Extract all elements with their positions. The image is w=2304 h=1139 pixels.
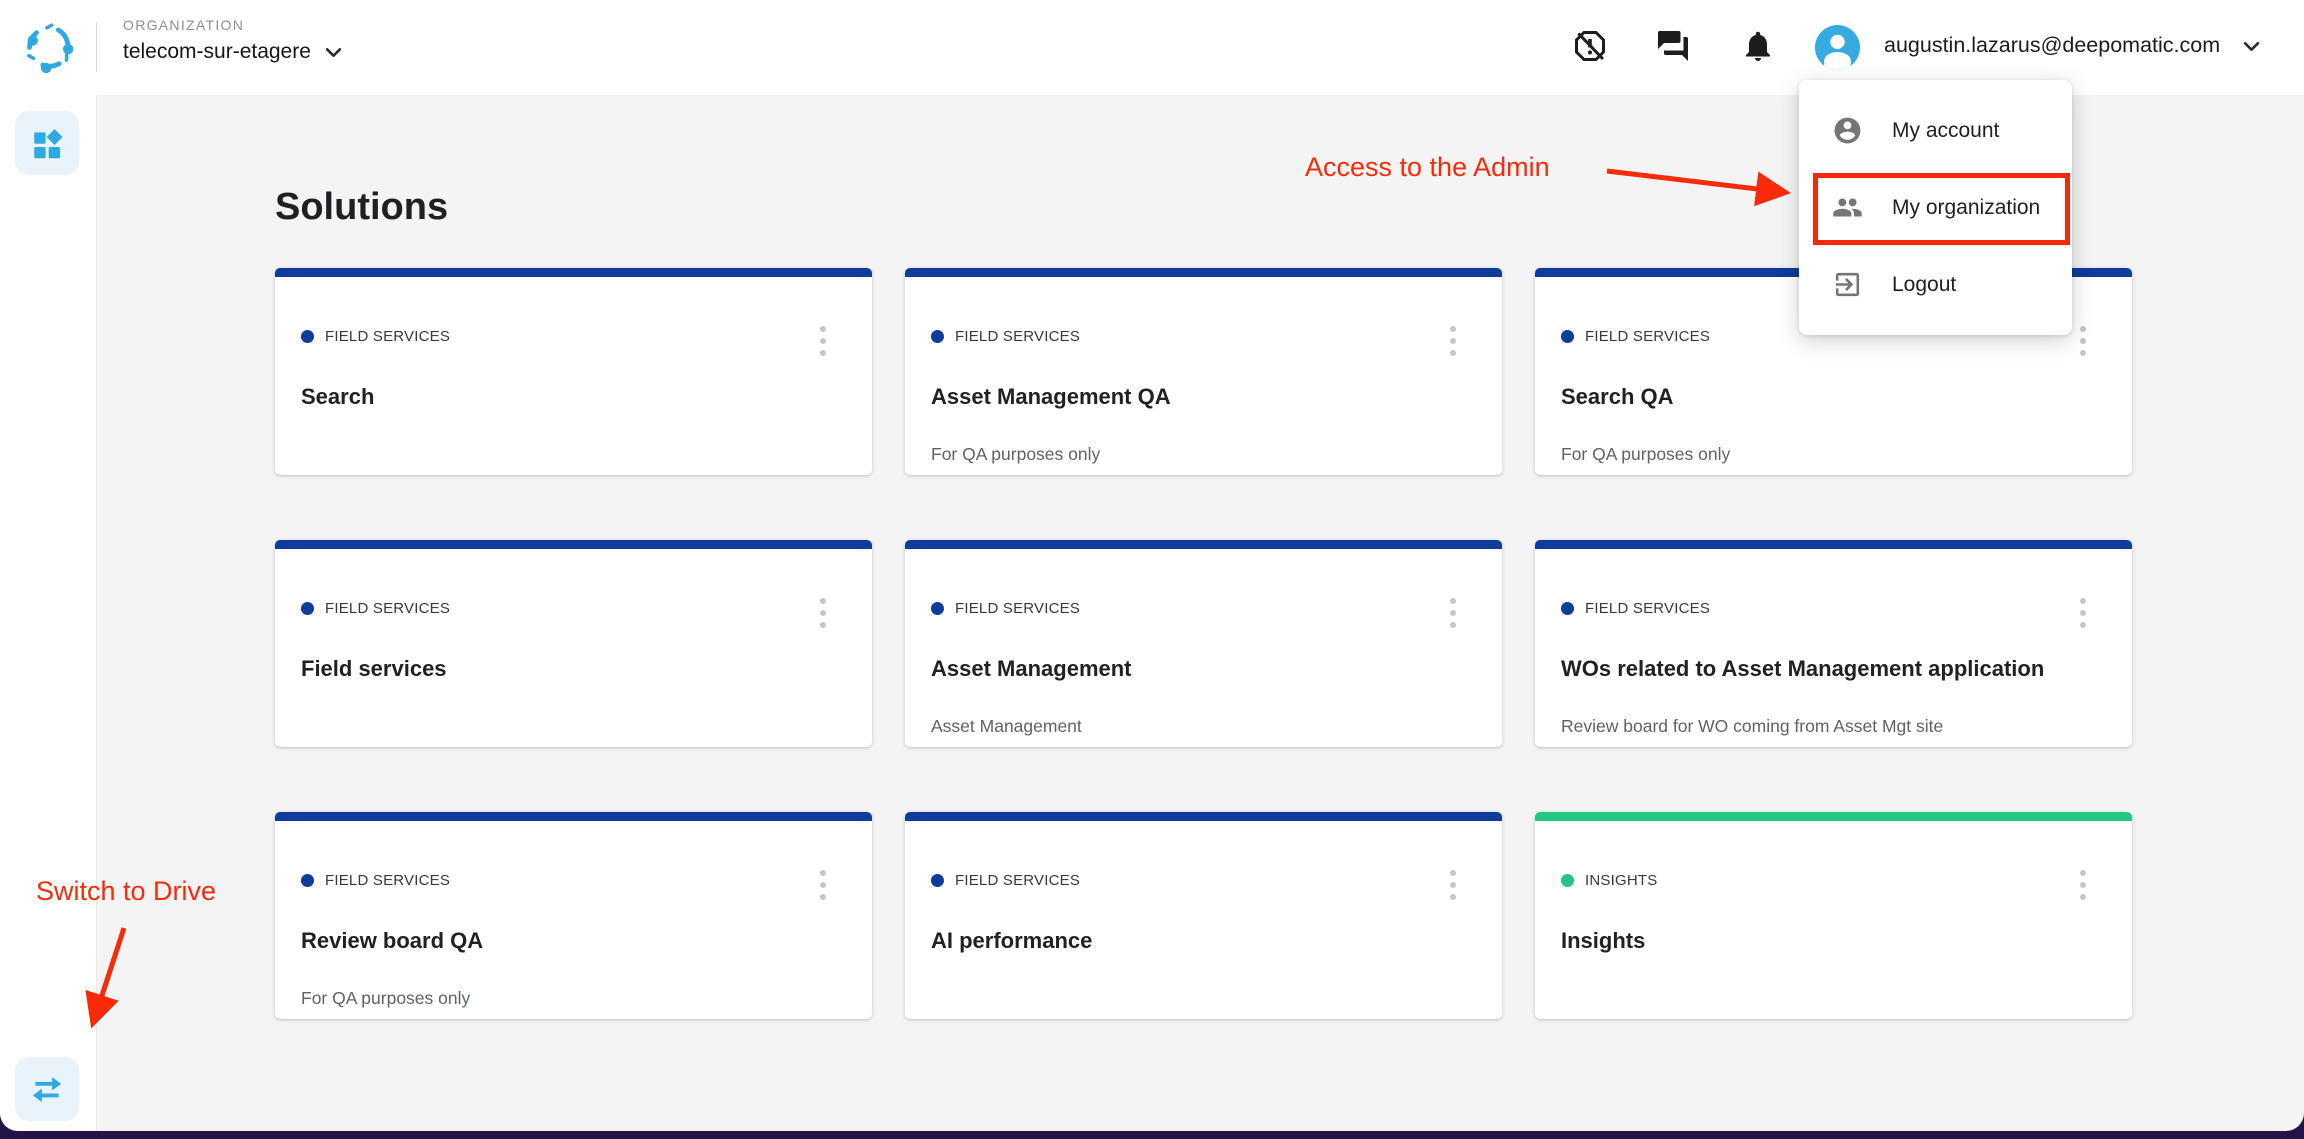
- card-category-label: FIELD SERVICES: [325, 872, 450, 889]
- card-more-vert-icon[interactable]: [2076, 866, 2090, 904]
- card-category-label: INSIGHTS: [1585, 872, 1657, 889]
- card-accent-bar: [905, 268, 1502, 277]
- card-description: Review board for WO coming from Asset Mg…: [1561, 716, 1943, 737]
- card-title: Asset Management: [931, 656, 1132, 682]
- card-more-vert-icon[interactable]: [1446, 322, 1460, 360]
- solutions-grid: FIELD SERVICES Search FIELD SERVICES Asset …: [275, 268, 2132, 1019]
- chat-icon[interactable]: [1655, 28, 1691, 64]
- card-description: For QA purposes only: [931, 444, 1100, 465]
- user-menu: My account My organization Logout: [1799, 80, 2072, 335]
- annotation-drive-text: Switch to Drive: [36, 876, 216, 907]
- card-category-label: FIELD SERVICES: [955, 600, 1080, 617]
- card-accent-bar: [905, 540, 1502, 549]
- solution-card[interactable]: FIELD SERVICES Search: [275, 268, 872, 475]
- card-more-vert-icon[interactable]: [816, 594, 830, 632]
- menu-item-logout[interactable]: Logout: [1799, 246, 2072, 323]
- card-accent-bar: [275, 268, 872, 277]
- card-title: Insights: [1561, 928, 1645, 954]
- card-title: AI performance: [931, 928, 1092, 954]
- chevron-down-icon: [325, 47, 342, 58]
- menu-item-my-account[interactable]: My account: [1799, 92, 2072, 169]
- app-window: ORGANIZATION telecom-sur-etagere: [0, 0, 2304, 1131]
- solution-card[interactable]: INSIGHTS Insights: [1535, 812, 2132, 1019]
- avatar[interactable]: [1815, 25, 1860, 70]
- card-category: FIELD SERVICES: [931, 600, 1080, 617]
- category-dot-icon: [301, 874, 314, 887]
- card-title: Review board QA: [301, 928, 483, 954]
- org-name: telecom-sur-etagere: [123, 40, 311, 64]
- card-title: Search QA: [1561, 384, 1674, 410]
- card-category: FIELD SERVICES: [931, 872, 1080, 889]
- card-category-label: FIELD SERVICES: [955, 872, 1080, 889]
- card-category: FIELD SERVICES: [931, 328, 1080, 345]
- card-title: Search: [301, 384, 374, 410]
- menu-item-label: My account: [1892, 119, 1999, 143]
- card-description: Asset Management: [931, 716, 1082, 737]
- solution-card[interactable]: FIELD SERVICES Asset Management QA For QA …: [905, 268, 1502, 475]
- card-more-vert-icon[interactable]: [1446, 594, 1460, 632]
- card-more-vert-icon[interactable]: [816, 866, 830, 904]
- category-dot-icon: [1561, 602, 1574, 615]
- solution-card[interactable]: FIELD SERVICES Review board QA For QA purp…: [275, 812, 872, 1019]
- card-category-label: FIELD SERVICES: [1585, 600, 1710, 617]
- solution-card[interactable]: FIELD SERVICES Field services: [275, 540, 872, 747]
- card-more-vert-icon[interactable]: [1446, 866, 1460, 904]
- card-more-vert-icon[interactable]: [2076, 322, 2090, 360]
- card-category: FIELD SERVICES: [301, 872, 450, 889]
- page-title: Solutions: [275, 186, 448, 229]
- logout-icon: [1832, 269, 1863, 300]
- user-menu-chevron-icon[interactable]: [2243, 41, 2260, 52]
- category-dot-icon: [931, 874, 944, 887]
- menu-item-label: My organization: [1892, 196, 2040, 220]
- card-more-vert-icon[interactable]: [2076, 594, 2090, 632]
- switch-app-button[interactable]: [15, 1057, 79, 1121]
- card-category-label: FIELD SERVICES: [955, 328, 1080, 345]
- card-category: INSIGHTS: [1561, 872, 1657, 889]
- card-category-label: FIELD SERVICES: [325, 600, 450, 617]
- report-off-icon[interactable]: [1572, 28, 1608, 64]
- category-dot-icon: [301, 330, 314, 343]
- card-accent-bar: [1535, 540, 2132, 549]
- card-accent-bar: [275, 812, 872, 821]
- category-dot-icon: [1561, 874, 1574, 887]
- solution-card[interactable]: FIELD SERVICES AI performance: [905, 812, 1502, 1019]
- solutions-dashboard-button[interactable]: [15, 111, 79, 175]
- card-accent-bar: [275, 540, 872, 549]
- card-accent-bar: [905, 812, 1502, 821]
- menu-item-my-organization[interactable]: My organization: [1799, 169, 2072, 246]
- user-email[interactable]: augustin.lazarus@deepomatic.com: [1884, 33, 2220, 58]
- card-category: FIELD SERVICES: [301, 328, 450, 345]
- card-title: Asset Management QA: [931, 384, 1171, 410]
- category-dot-icon: [931, 330, 944, 343]
- people-icon: [1832, 192, 1863, 223]
- deepomatic-logo-icon: [20, 18, 78, 76]
- dashboard-icon: [30, 126, 64, 160]
- card-category: FIELD SERVICES: [1561, 328, 1710, 345]
- card-title: Field services: [301, 656, 447, 682]
- sidebar: [0, 95, 97, 1131]
- card-category-label: FIELD SERVICES: [1585, 328, 1710, 345]
- category-dot-icon: [301, 602, 314, 615]
- annotation-admin-text: Access to the Admin: [1305, 152, 1550, 183]
- card-accent-bar: [1535, 812, 2132, 821]
- card-category: FIELD SERVICES: [1561, 600, 1710, 617]
- card-category-label: FIELD SERVICES: [325, 328, 450, 345]
- category-dot-icon: [1561, 330, 1574, 343]
- account-circle-icon: [1832, 115, 1863, 146]
- solution-card[interactable]: FIELD SERVICES WOs related to Asset Manag…: [1535, 540, 2132, 747]
- card-title: WOs related to Asset Management applicat…: [1561, 656, 2044, 682]
- card-category: FIELD SERVICES: [301, 600, 450, 617]
- org-switcher[interactable]: ORGANIZATION telecom-sur-etagere: [123, 17, 342, 64]
- category-dot-icon: [931, 602, 944, 615]
- menu-item-label: Logout: [1892, 273, 1956, 297]
- notifications-icon[interactable]: [1740, 28, 1776, 64]
- solution-card[interactable]: FIELD SERVICES Asset Management Asset Mana…: [905, 540, 1502, 747]
- card-more-vert-icon[interactable]: [816, 322, 830, 360]
- header-divider: [96, 22, 97, 72]
- swap-arrows-icon: [29, 1071, 65, 1107]
- org-label: ORGANIZATION: [123, 17, 342, 33]
- card-description: For QA purposes only: [1561, 444, 1730, 465]
- card-description: For QA purposes only: [301, 988, 470, 1009]
